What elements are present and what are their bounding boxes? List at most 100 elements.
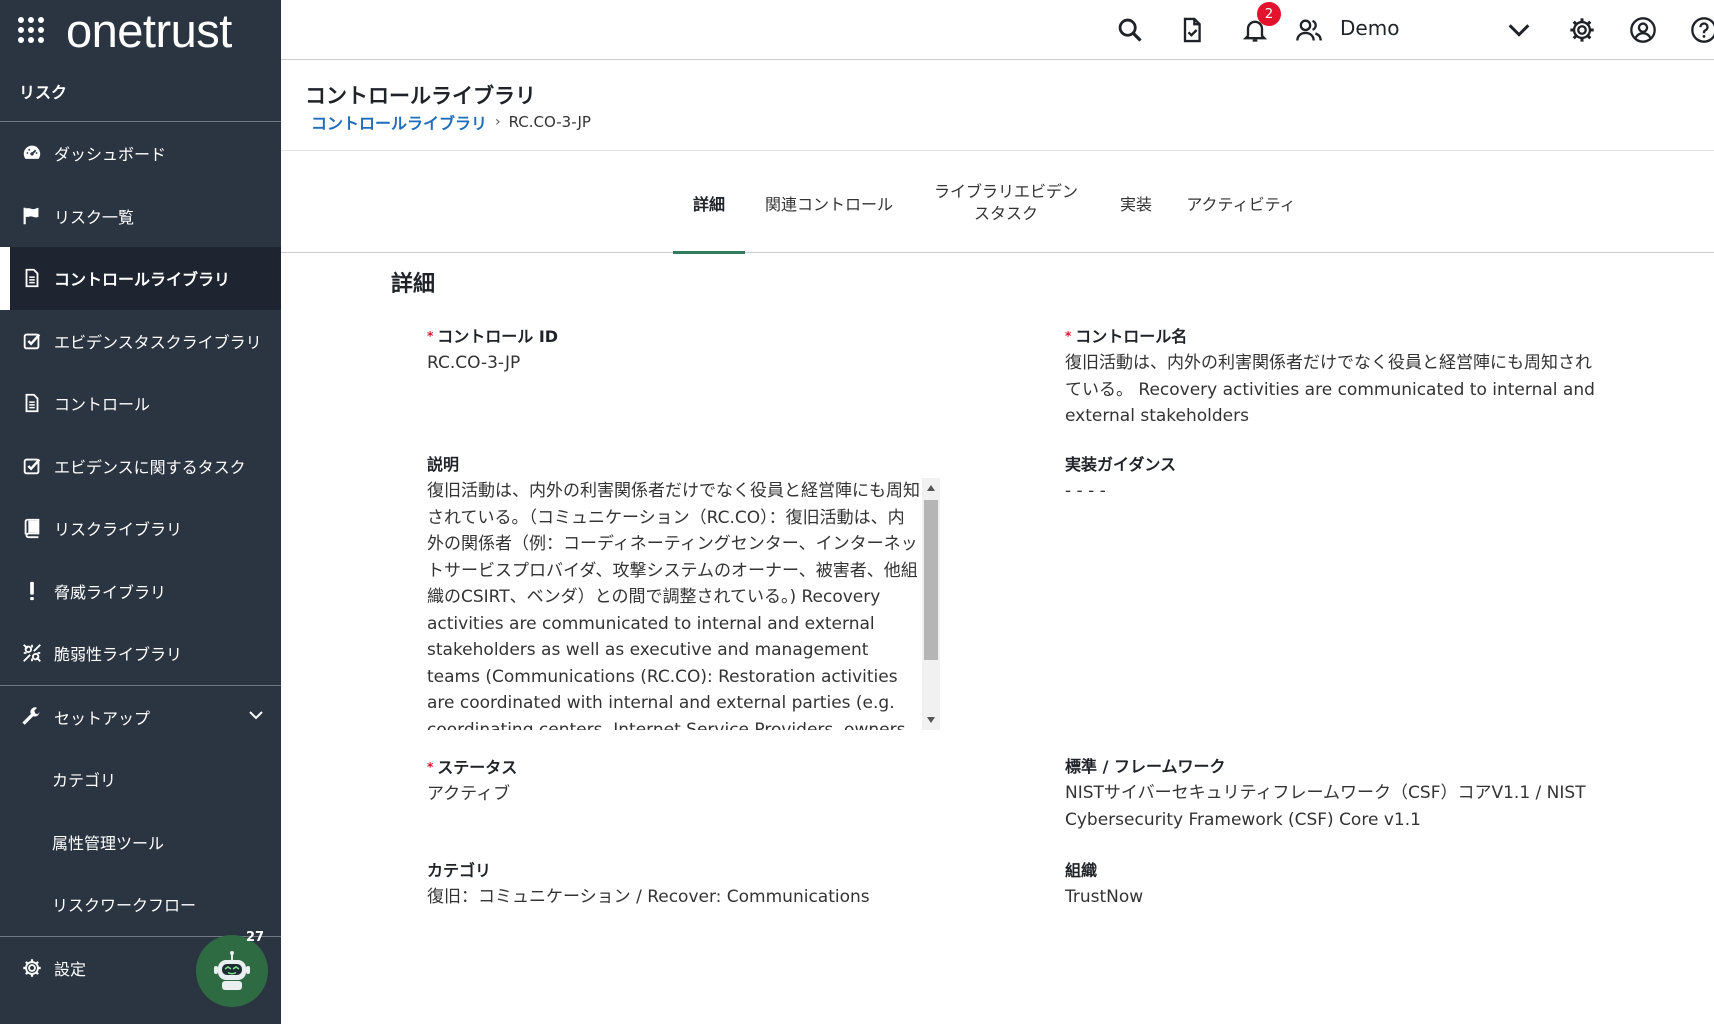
- sidebar-item-label: 設定: [54, 959, 87, 979]
- field-label: 組織: [1065, 861, 1098, 880]
- description-value: 復旧活動は、内外の利害関係者だけでなく役員と経営陣にも周知されている。（コミュニ…: [427, 481, 920, 730]
- bug-icon: [20, 641, 44, 665]
- flag-icon: [20, 204, 44, 228]
- sidebar-item-label: リスクワークフロー: [52, 896, 197, 916]
- field-category: カテゴリ 復旧：コミュニケーション / Recover: Communicati…: [427, 860, 987, 911]
- tab-library-evidence-tasks[interactable]: ライブラリエビデン スタスク: [921, 152, 1091, 253]
- sidebar-item-label: リスク一覧: [54, 207, 135, 227]
- sidebar-item-label: コントロール: [54, 395, 151, 415]
- dashboard-icon: [20, 141, 44, 165]
- sidebar-item-dashboard[interactable]: ダッシュボード: [0, 122, 281, 185]
- scrollbar-thumb[interactable]: [924, 500, 938, 660]
- chevron-down-icon[interactable]: [247, 706, 265, 728]
- chevron-down-icon[interactable]: [1503, 14, 1535, 46]
- tab-label: 関連コントロール: [764, 194, 893, 214]
- bot-notification-count: 27: [246, 930, 265, 945]
- sidebar-item-label: エビデンスに関するタスク: [54, 457, 246, 477]
- exclamation-icon: [20, 579, 44, 603]
- sidebar-item-attribute-manager[interactable]: 属性管理ツール: [0, 811, 281, 874]
- sidebar-item-risk-workflow[interactable]: リスクワークフロー: [0, 873, 281, 936]
- field-description-label: 説明: [427, 454, 927, 476]
- sidebar-item-control-library[interactable]: コントロールライブラリ: [0, 247, 281, 310]
- page-header: コントロールライブラリ コントロールライブラリ › RC.CO-3-JP: [281, 60, 1714, 151]
- sidebar-item-setup[interactable]: セットアップ: [0, 686, 281, 749]
- required-marker: *: [427, 329, 434, 343]
- breadcrumb-current: RC.CO-3-JP: [508, 113, 591, 131]
- sidebar-item-label: セットアップ: [54, 708, 151, 728]
- field-value: - - - -: [1065, 481, 1106, 501]
- field-label-text: コントロール ID: [437, 327, 559, 346]
- book-icon: [20, 516, 44, 540]
- tab-implementation[interactable]: 実装: [1111, 152, 1161, 253]
- tab-related-controls[interactable]: 関連コントロール: [757, 152, 901, 253]
- notification-badge: 2: [1257, 2, 1281, 26]
- module-title: リスク: [0, 60, 281, 122]
- tab-details[interactable]: 詳細: [673, 152, 745, 254]
- org-switcher-name[interactable]: Demo: [1340, 16, 1399, 40]
- sidebar-item-controls[interactable]: コントロール: [0, 372, 281, 435]
- sidebar-item-label: 脆弱性ライブラリ: [54, 645, 183, 665]
- sidebar-item-label: ダッシュボード: [54, 145, 167, 165]
- document-icon: [20, 391, 44, 415]
- sidebar-item-label: 属性管理ツール: [52, 833, 165, 853]
- brand-header: onetrust: [0, 0, 281, 60]
- sidebar-item-label: コントロールライブラリ: [54, 270, 231, 290]
- field-label: 標準 / フレームワーク: [1065, 757, 1226, 776]
- scroll-up-icon[interactable]: [927, 485, 935, 491]
- required-marker: *: [427, 760, 434, 774]
- users-icon[interactable]: [1293, 14, 1325, 46]
- field-value: 復旧：コミュニケーション / Recover: Communications: [427, 887, 870, 907]
- robot-icon: [214, 951, 250, 990]
- field-value: 復旧活動は、内外の利害関係者だけでなく役員と経営陣にも周知されている。 Reco…: [1065, 353, 1595, 426]
- field-value: TrustNow: [1065, 887, 1144, 907]
- description-scrollbar[interactable]: [922, 478, 940, 730]
- tab-label: 詳細: [692, 194, 725, 214]
- tab-label: アクティビティ: [1186, 194, 1296, 214]
- checkbox-icon: [20, 329, 44, 353]
- sidebar-item-label: カテゴリ: [52, 771, 117, 791]
- help-icon[interactable]: [1688, 14, 1714, 46]
- breadcrumb: コントロールライブラリ › RC.CO-3-JP: [311, 110, 591, 134]
- sidebar-item-categories[interactable]: カテゴリ: [0, 748, 281, 811]
- app-grid-icon[interactable]: [18, 17, 44, 43]
- sidebar-item-label: 脅威ライブラリ: [54, 582, 167, 602]
- tab-bar: 詳細 関連コントロール ライブラリエビデン スタスク 実装 アクティビティ: [281, 152, 1714, 254]
- field-label: * ステータス: [427, 756, 927, 779]
- tab-label-line: ライブラリエビデン: [933, 181, 1078, 201]
- assistant-bot-button[interactable]: [196, 935, 268, 1007]
- field-label-text: コントロール名: [1075, 327, 1188, 346]
- scroll-down-icon[interactable]: [927, 717, 935, 723]
- tab-label-line: スタスク: [973, 203, 1038, 223]
- sidebar-item-vulnerability-library[interactable]: 脆弱性ライブラリ: [0, 622, 281, 685]
- breadcrumb-link-control-library[interactable]: コントロールライブラリ: [311, 110, 487, 134]
- field-control-name: * コントロール名 復旧活動は、内外の利害関係者だけでなく役員と経営陣にも周知され…: [1065, 325, 1605, 430]
- field-label: 実装ガイダンス: [1065, 455, 1177, 474]
- sidebar-item-evidence-tasks[interactable]: エビデンスに関するタスク: [0, 435, 281, 498]
- checkbox-icon: [20, 454, 44, 478]
- gear-icon[interactable]: [1566, 14, 1598, 46]
- field-label: * コントロール名: [1065, 325, 1605, 348]
- description-scroll-area[interactable]: 復旧活動は、内外の利害関係者だけでなく役員と経営陣にも周知されている。（コミュニ…: [427, 478, 940, 730]
- field-status: * ステータス アクティブ: [427, 756, 927, 808]
- sidebar-item-threat-library[interactable]: 脅威ライブラリ: [0, 560, 281, 623]
- sidebar-item-risk-library[interactable]: リスクライブラリ: [0, 497, 281, 560]
- field-framework: 標準 / フレームワーク NISTサイバーセキュリティフレームワーク（CSF）コ…: [1065, 756, 1625, 833]
- field-control-id: * コントロール ID RC.CO-3-JP: [427, 325, 927, 377]
- field-label: * コントロール ID: [427, 325, 927, 348]
- required-marker: *: [1065, 329, 1072, 343]
- sidebar-nav: ダッシュボード リスク一覧 コントロールライブラリ エビデンスタスクライブラリ …: [0, 122, 281, 685]
- wrench-icon: [20, 705, 44, 729]
- sidebar-item-risk-list[interactable]: リスク一覧: [0, 185, 281, 248]
- field-value: NISTサイバーセキュリティフレームワーク（CSF）コアV1.1 / NIST …: [1065, 783, 1586, 830]
- document-check-icon[interactable]: [1176, 14, 1208, 46]
- field-organization: 組織 TrustNow: [1065, 860, 1605, 911]
- sidebar-item-evidence-task-library[interactable]: エビデンスタスクライブラリ: [0, 310, 281, 373]
- search-icon[interactable]: [1114, 14, 1146, 46]
- document-icon: [20, 266, 44, 290]
- setup-nav: セットアップ カテゴリ 属性管理ツール リスクワークフロー: [0, 686, 281, 936]
- section-title: 詳細: [391, 272, 436, 297]
- page-title: コントロールライブラリ: [305, 84, 536, 108]
- top-bar: 2 Demo: [281, 0, 1714, 60]
- tab-activity[interactable]: アクティビティ: [1181, 152, 1301, 253]
- user-profile-icon[interactable]: [1627, 14, 1659, 46]
